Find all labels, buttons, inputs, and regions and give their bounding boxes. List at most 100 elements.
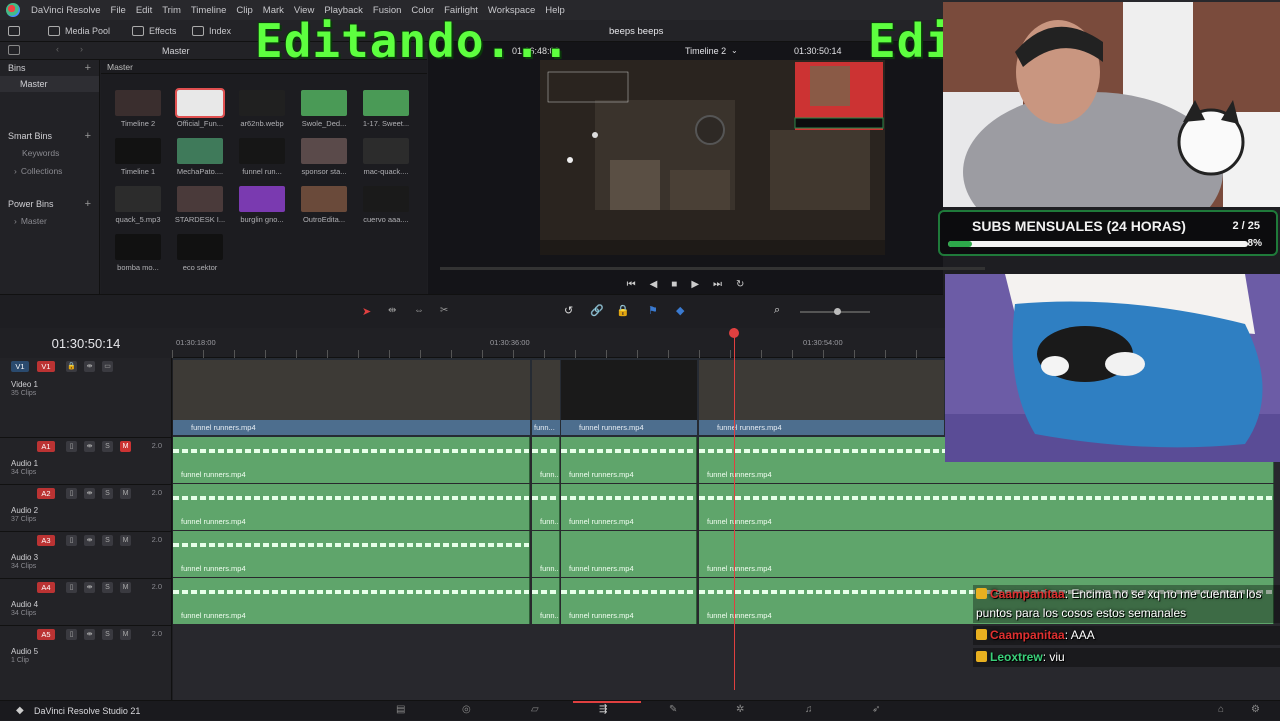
track-tag[interactable]: A3: [37, 535, 55, 546]
track-tag[interactable]: A1: [37, 441, 55, 452]
media-page-icon[interactable]: ▤: [396, 704, 405, 715]
media-pool-clip[interactable]: quack_5.mp3: [110, 186, 166, 224]
video-clip[interactable]: funnel runners.mp4: [561, 360, 697, 435]
audio-clip[interactable]: funnel runners.mp4: [561, 531, 697, 577]
media-pool-button[interactable]: Media Pool: [40, 20, 118, 42]
media-pool-clip[interactable]: Official_Fun...: [172, 88, 228, 128]
effects-button[interactable]: Effects: [124, 20, 184, 42]
color-page-icon[interactable]: ✲: [736, 704, 744, 715]
media-pool-clip[interactable]: Timeline 2: [110, 90, 166, 128]
audio-clip[interactable]: funnel runners.mp4: [561, 484, 697, 530]
solo-button[interactable]: S: [102, 535, 113, 546]
media-pool-clip[interactable]: OutroEdita...: [296, 186, 352, 224]
zoom-icon[interactable]: ⌕: [774, 304, 780, 317]
viewer-scrubber[interactable]: [440, 267, 985, 270]
track-tag[interactable]: A4: [37, 582, 55, 593]
video-clip[interactable]: funn...: [532, 360, 560, 435]
track-tag-v1[interactable]: V1: [11, 361, 29, 372]
auto-select-icon[interactable]: ⇼: [84, 629, 95, 640]
snapping-icon[interactable]: ↺: [564, 304, 573, 317]
video-clip[interactable]: funnel runners.mp4: [173, 360, 530, 435]
audio-clip[interactable]: funnel runners.mp4: [699, 531, 1274, 577]
audio-clip[interactable]: funnel runners.mp4: [561, 578, 697, 624]
lock-icon[interactable]: ▯: [66, 629, 77, 640]
audio-clip[interactable]: funnel runners.mp4: [173, 484, 530, 530]
auto-select-icon[interactable]: ⇼: [84, 361, 95, 372]
timeline-name[interactable]: Timeline 2: [685, 46, 726, 56]
back-icon[interactable]: ‹: [56, 44, 59, 54]
auto-select-icon[interactable]: ⇼: [84, 582, 95, 593]
lock-icon[interactable]: 🔒: [66, 361, 77, 372]
solo-button[interactable]: S: [102, 441, 113, 452]
menu-trim[interactable]: Trim: [157, 5, 186, 16]
menu-edit[interactable]: Edit: [131, 5, 157, 16]
media-pool-clip[interactable]: 1-17. Sweet...: [358, 90, 414, 128]
audio-clip[interactable]: funnel runners.mp4: [173, 531, 530, 577]
audio-clip[interactable]: funnel runners.mp4: [173, 437, 530, 483]
solo-button[interactable]: S: [102, 582, 113, 593]
video-toggle-icon[interactable]: ▭: [102, 361, 113, 372]
index-button[interactable]: Index: [184, 20, 239, 42]
audio-clip[interactable]: funnel runners.mp4: [173, 578, 530, 624]
play-icon[interactable]: ▶: [691, 279, 699, 290]
lock-icon[interactable]: ▯: [66, 488, 77, 499]
mute-button[interactable]: M: [120, 488, 131, 499]
solo-button[interactable]: S: [102, 488, 113, 499]
track-tag[interactable]: A2: [37, 488, 55, 499]
select-tool-icon[interactable]: ➤: [362, 305, 371, 318]
audio-clip[interactable]: funn...: [532, 531, 560, 577]
panel-toggle-icon[interactable]: [8, 20, 20, 42]
audio-clip[interactable]: funn...: [532, 484, 560, 530]
media-pool-clip[interactable]: burglin gno...: [234, 186, 290, 224]
media-pool-clip[interactable]: MechaPato....: [172, 138, 228, 176]
mute-button[interactable]: M: [120, 535, 131, 546]
stop-icon[interactable]: ■: [671, 279, 677, 290]
smart-bin-collections[interactable]: › Collections: [0, 162, 99, 180]
zoom-slider-knob[interactable]: [834, 308, 841, 315]
audio-clip[interactable]: funnel runners.mp4: [699, 484, 1274, 530]
audio-clip[interactable]: funnel runners.mp4: [561, 437, 697, 483]
video-clip[interactable]: funnel runners.mp4: [699, 360, 944, 435]
trim-tool-icon[interactable]: ⇹: [388, 305, 396, 316]
gear-icon[interactable]: ⚙: [1251, 704, 1260, 715]
cut-page-icon[interactable]: ◎: [462, 704, 471, 715]
skip-back-icon[interactable]: ⏮: [627, 279, 636, 290]
home-icon[interactable]: ⌂: [1218, 704, 1224, 715]
add-power-bin-icon[interactable]: +: [85, 198, 91, 210]
edit-page-alt-icon[interactable]: ▱: [531, 704, 539, 715]
auto-select-icon[interactable]: ⇼: [84, 441, 95, 452]
media-pool-clip[interactable]: eco sektor: [172, 234, 228, 272]
media-pool-clip[interactable]: funnel run...: [234, 138, 290, 176]
lock-icon[interactable]: ▯: [66, 582, 77, 593]
audio-clip[interactable]: funn...: [532, 437, 560, 483]
media-pool-clip[interactable]: Timeline 1: [110, 138, 166, 176]
menu-timeline[interactable]: Timeline: [186, 5, 232, 16]
playhead-handle[interactable]: [729, 328, 739, 338]
chevron-down-icon[interactable]: ⌄: [731, 46, 738, 55]
deliver-page-icon[interactable]: ➶: [872, 704, 880, 715]
fairlight-page-icon[interactable]: ♫: [805, 704, 813, 715]
auto-select-icon[interactable]: ⇼: [84, 488, 95, 499]
media-pool-clip[interactable]: sponsor sta...: [296, 138, 352, 176]
play-reverse-icon[interactable]: ◀: [650, 279, 658, 290]
fusion-page-icon[interactable]: ✎: [669, 704, 677, 715]
media-pool-clip[interactable]: Swole_Ded...: [296, 90, 352, 128]
media-pool-clip[interactable]: ar62nb.webp: [234, 90, 290, 128]
menu-clip[interactable]: Clip: [231, 5, 257, 16]
menu-file[interactable]: File: [106, 5, 131, 16]
power-bin-master[interactable]: › Master: [0, 212, 99, 230]
audio-clip[interactable]: funn...: [532, 578, 560, 624]
playhead[interactable]: [734, 328, 735, 690]
link-icon[interactable]: 🔗: [590, 304, 604, 317]
skip-forward-icon[interactable]: ⏭: [713, 279, 722, 290]
lock-icon[interactable]: ▯: [66, 441, 77, 452]
mute-button[interactable]: M: [120, 629, 131, 640]
lock-icon[interactable]: ▯: [66, 535, 77, 546]
media-pool-clip[interactable]: STARDESK I...: [172, 186, 228, 224]
forward-icon[interactable]: ›: [80, 44, 83, 54]
blade-tool-icon[interactable]: ✂: [440, 305, 448, 316]
auto-select-icon[interactable]: ⇼: [84, 535, 95, 546]
layout-icon[interactable]: [8, 45, 20, 55]
lock-icon[interactable]: 🔒: [616, 304, 630, 317]
smart-bin-keywords[interactable]: Keywords: [0, 144, 99, 162]
